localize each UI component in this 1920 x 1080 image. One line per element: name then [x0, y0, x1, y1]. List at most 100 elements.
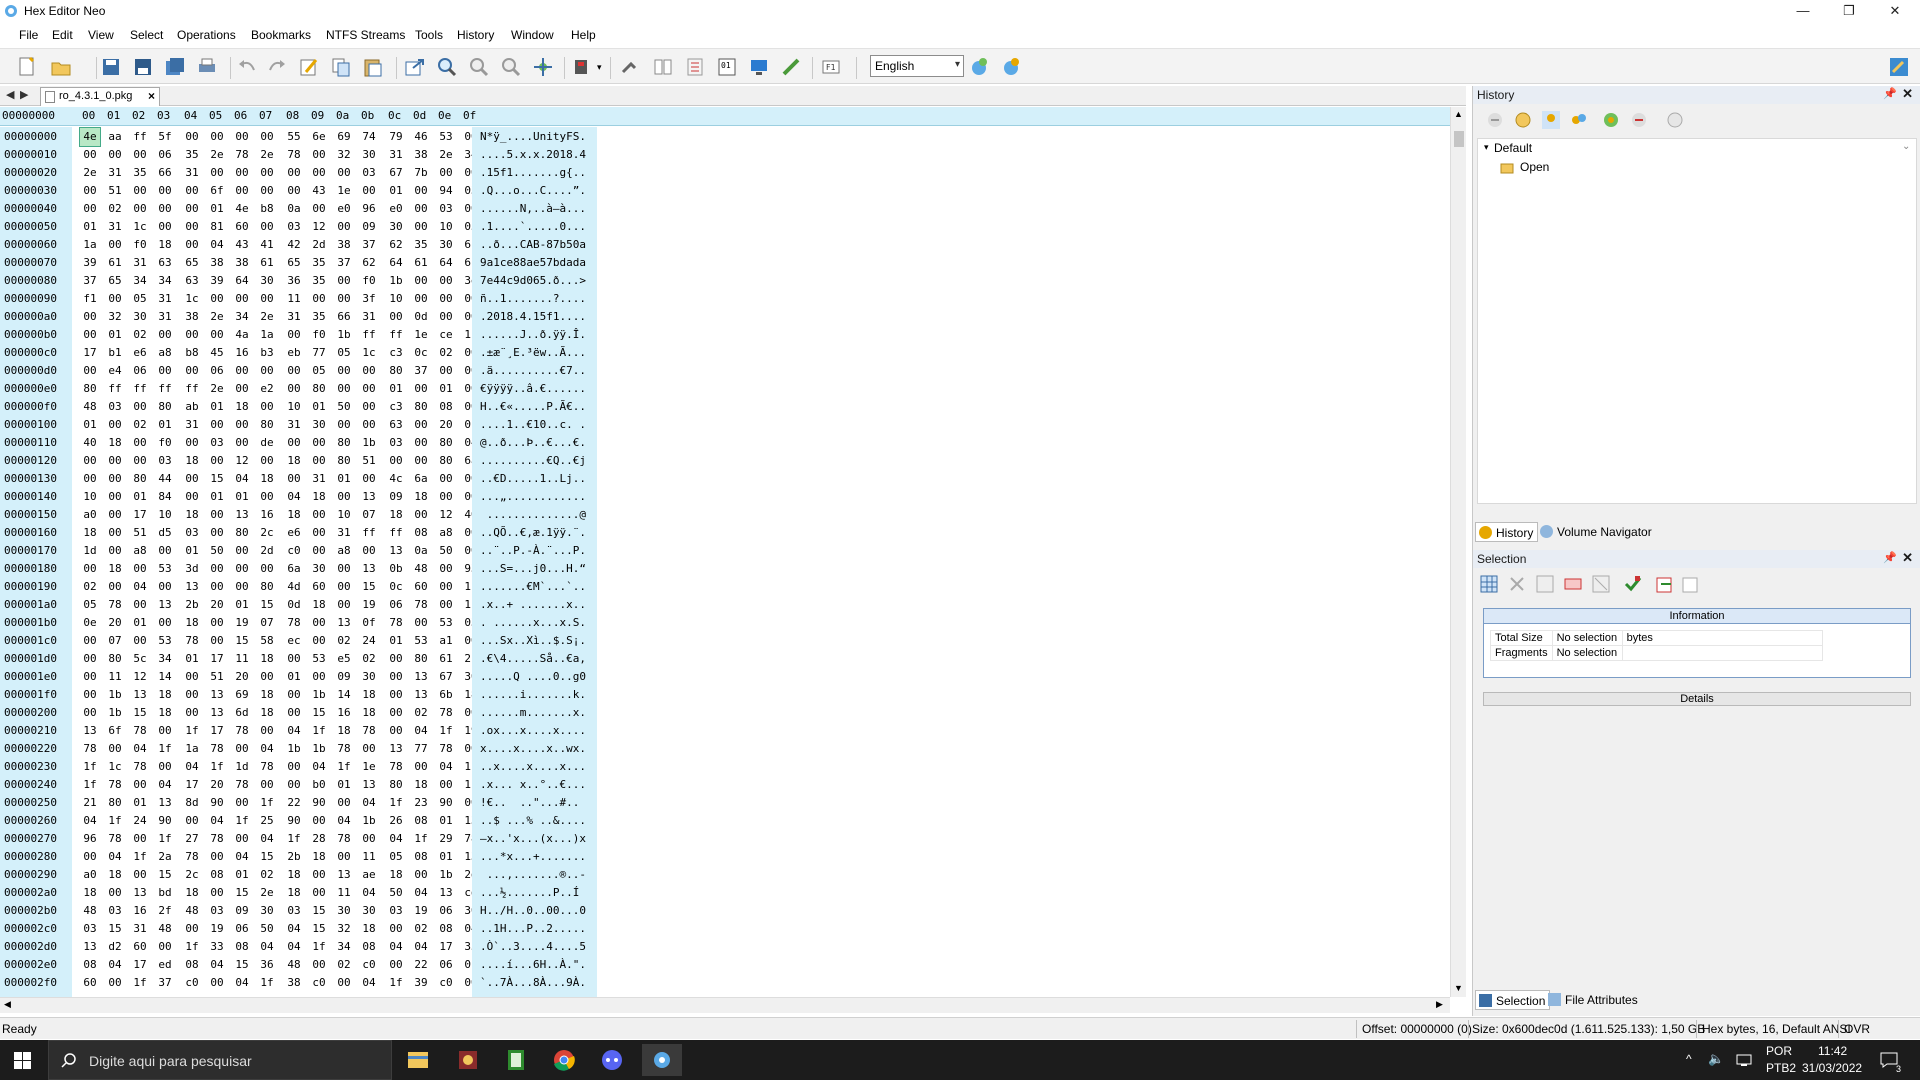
hex-byte[interactable]: 01 — [386, 380, 406, 398]
hex-byte[interactable]: 00 — [130, 398, 150, 416]
hex-byte[interactable]: de — [257, 434, 277, 452]
hex-byte[interactable]: 1b — [309, 686, 329, 704]
ascii-row[interactable]: .ä..........€7.. — [480, 362, 586, 380]
history-remove-icon[interactable] — [1629, 110, 1649, 130]
select-all-icon[interactable] — [1479, 574, 1499, 594]
hex-byte[interactable]: 00 — [182, 920, 202, 938]
hex-byte[interactable]: 13 — [80, 938, 100, 956]
status-mode[interactable]: Hex bytes, 16, Default ANSI — [1702, 1022, 1851, 1036]
hex-byte[interactable]: 18 — [155, 704, 175, 722]
hex-byte[interactable]: b8 — [257, 200, 277, 218]
hex-byte[interactable]: 20 — [207, 776, 227, 794]
hex-byte[interactable]: 00 — [359, 830, 379, 848]
hex-byte[interactable]: 4a — [232, 326, 252, 344]
menu-operations[interactable]: Operations — [177, 28, 236, 42]
hex-byte[interactable]: 63 — [386, 416, 406, 434]
hex-byte[interactable]: 00 — [207, 884, 227, 902]
hex-byte[interactable]: 6f — [105, 722, 125, 740]
hex-byte[interactable]: 16 — [130, 902, 150, 920]
hex-byte[interactable]: 44 — [155, 470, 175, 488]
hex-byte[interactable]: 01 — [80, 218, 100, 236]
hex-byte[interactable]: 58 — [257, 632, 277, 650]
hex-byte[interactable]: a8 — [155, 344, 175, 362]
hex-byte[interactable]: 00 — [105, 974, 125, 992]
hex-byte[interactable]: 50 — [386, 884, 406, 902]
hex-byte[interactable]: 23 — [411, 794, 431, 812]
ascii-row[interactable]: 9a1ce88ae57bdada — [480, 254, 586, 272]
hex-byte[interactable]: 08 — [232, 938, 252, 956]
tab-file-attributes[interactable]: File Attributes — [1545, 990, 1642, 1010]
hex-byte[interactable]: 1f — [105, 812, 125, 830]
speaker-icon[interactable]: 🔈 — [1708, 1051, 1724, 1067]
hex-byte[interactable]: c0 — [182, 974, 202, 992]
hex-byte[interactable]: 04 — [359, 884, 379, 902]
hex-byte[interactable]: 32 — [334, 146, 354, 164]
load-selection-icon[interactable] — [1655, 574, 1675, 594]
hex-byte[interactable]: 00 — [182, 704, 202, 722]
hex-byte[interactable]: 80 — [105, 650, 125, 668]
hex-byte[interactable]: 31 — [284, 308, 304, 326]
hex-byte[interactable]: 09 — [232, 902, 252, 920]
hex-byte[interactable]: 1f — [232, 812, 252, 830]
hex-byte[interactable]: 00 — [359, 182, 379, 200]
hex-byte[interactable]: 17 — [80, 344, 100, 362]
hex-byte[interactable]: 61 — [105, 254, 125, 272]
hex-byte[interactable]: 01 — [232, 488, 252, 506]
hex-byte[interactable]: 27 — [182, 830, 202, 848]
hex-byte[interactable]: 00 — [309, 614, 329, 632]
ascii-row[interactable]: .x..+ .......x.. — [480, 596, 586, 614]
hex-byte[interactable]: 00 — [130, 830, 150, 848]
hex-byte[interactable]: 00 — [130, 146, 150, 164]
hex-byte[interactable]: 00 — [359, 398, 379, 416]
hex-byte[interactable]: 1d — [80, 542, 100, 560]
hex-byte[interactable]: 20 — [105, 614, 125, 632]
hex-byte[interactable]: 1f — [80, 776, 100, 794]
hex-byte[interactable]: 18 — [155, 686, 175, 704]
ascii-row[interactable]: .Q...o...C....”. — [480, 182, 586, 200]
hex-byte[interactable]: 03 — [386, 434, 406, 452]
hex-byte[interactable]: 04 — [359, 794, 379, 812]
hex-byte[interactable]: 12 — [232, 452, 252, 470]
hex-byte[interactable]: 00 — [207, 128, 227, 146]
clock-time[interactable]: 11:42 — [1818, 1044, 1847, 1058]
hex-byte[interactable]: 13 — [411, 668, 431, 686]
hex-byte[interactable]: 2e — [257, 884, 277, 902]
hex-byte[interactable]: 18 — [411, 776, 431, 794]
hex-byte[interactable]: 00 — [80, 308, 100, 326]
hex-byte[interactable]: 53 — [411, 632, 431, 650]
hex-byte[interactable]: 1f — [436, 722, 456, 740]
hex-byte[interactable]: 80 — [334, 434, 354, 452]
bookmark-icon[interactable] — [572, 56, 594, 78]
scroll-down-icon[interactable]: ▼ — [1454, 983, 1463, 993]
hex-byte[interactable]: 00 — [359, 470, 379, 488]
hex-byte[interactable]: 00 — [182, 668, 202, 686]
ascii-row[interactable]: –x..'x...(x...)x — [480, 830, 586, 848]
hex-byte[interactable]: 50 — [436, 542, 456, 560]
close-button[interactable]: ✕ — [1872, 0, 1918, 22]
hex-byte[interactable]: 00 — [334, 272, 354, 290]
hex-byte[interactable]: c3 — [386, 344, 406, 362]
remote-icon[interactable] — [748, 56, 770, 78]
hex-byte[interactable]: 26 — [386, 812, 406, 830]
hex-byte[interactable]: 78 — [284, 614, 304, 632]
hex-byte[interactable]: 00 — [155, 722, 175, 740]
tab-history[interactable]: History — [1475, 522, 1539, 542]
hex-byte[interactable]: 63 — [182, 272, 202, 290]
hex-byte[interactable]: 08 — [182, 956, 202, 974]
hex-byte[interactable]: 01 — [309, 398, 329, 416]
hex-byte[interactable]: 90 — [436, 794, 456, 812]
hex-byte[interactable]: 13 — [155, 596, 175, 614]
hex-byte[interactable]: 67 — [386, 164, 406, 182]
menu-help[interactable]: Help — [571, 28, 596, 42]
hex-byte[interactable]: 18 — [411, 488, 431, 506]
hex-byte[interactable]: 00 — [105, 884, 125, 902]
hex-byte[interactable]: 37 — [359, 236, 379, 254]
hex-byte[interactable]: 04 — [284, 722, 304, 740]
hex-byte[interactable]: 00 — [257, 452, 277, 470]
hex-byte[interactable]: 19 — [232, 614, 252, 632]
hex-byte[interactable]: 07 — [105, 632, 125, 650]
hex-byte[interactable]: 04 — [207, 236, 227, 254]
history-add-icon[interactable] — [1601, 110, 1621, 130]
hex-byte[interactable]: 05 — [80, 596, 100, 614]
hex-byte[interactable]: 00 — [257, 362, 277, 380]
